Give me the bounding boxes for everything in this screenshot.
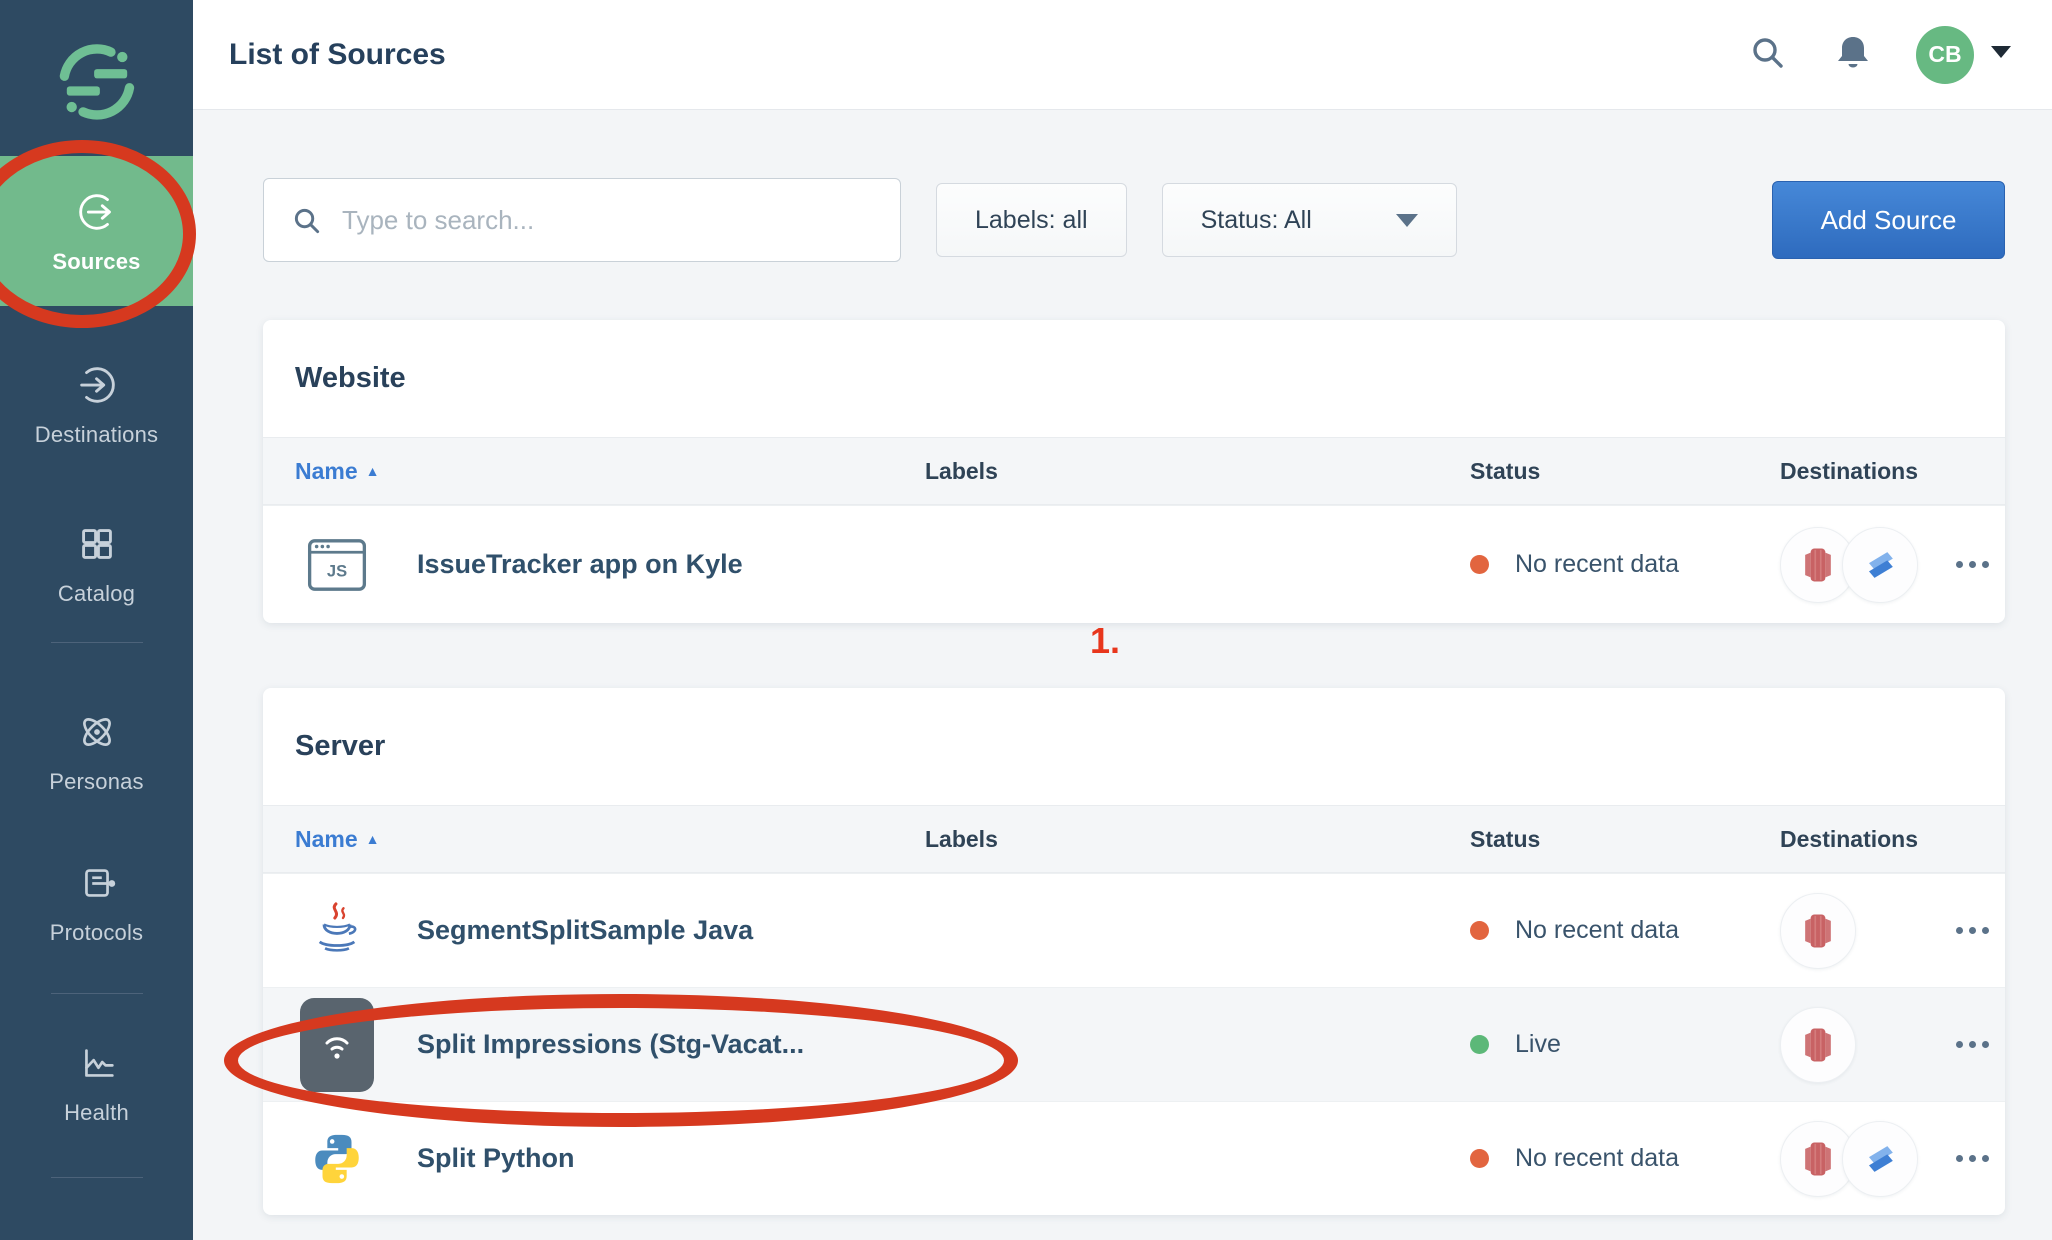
table-row-split-impressions[interactable]: Split Impressions (Stg-Vacat... Live (263, 987, 2005, 1101)
sources-arrow-out-icon (73, 188, 121, 236)
card-title-website: Website (295, 362, 406, 395)
column-header-name[interactable]: Name▲ (263, 826, 925, 853)
column-header-destinations: Destinations (1780, 826, 2005, 853)
sidebar-divider (51, 1177, 143, 1178)
health-chart-icon (73, 1039, 121, 1087)
sidebar-item-catalog[interactable]: Catalog (0, 491, 193, 636)
row-more-options-button[interactable] (1942, 913, 2003, 948)
status-dot (1470, 921, 1489, 940)
column-header-name[interactable]: Name▲ (263, 458, 925, 485)
source-name[interactable]: Split Impressions (Stg-Vacat... (417, 1029, 804, 1060)
row-more-options-button[interactable] (1942, 1027, 2003, 1062)
column-header-labels: Labels (925, 458, 1470, 485)
sort-ascending-icon: ▲ (366, 463, 380, 479)
sidebar-item-label: Personas (49, 769, 144, 795)
destinations-cell (1780, 527, 1940, 603)
status-dot (1470, 1035, 1489, 1054)
status-filter-label: Status: All (1201, 206, 1312, 235)
sidebar-item-label: Catalog (58, 581, 135, 607)
sidebar-item-health[interactable]: Health (0, 1010, 193, 1155)
search-icon (1746, 31, 1790, 78)
sidebar-item-protocols[interactable]: Protocols (0, 830, 193, 975)
sidebar-item-personas[interactable]: Personas (0, 679, 193, 824)
status-filter-dropdown[interactable]: Status: All (1162, 183, 1457, 257)
destinations-cell (1780, 1007, 1940, 1083)
caret-down-icon (1396, 214, 1418, 227)
avatar[interactable]: CB (1916, 26, 1974, 84)
status-text: No recent data (1515, 916, 1679, 945)
table-row-issuetracker[interactable]: JS IssueTracker app on Kyle No recent da… (263, 505, 2005, 623)
source-name[interactable]: IssueTracker app on Kyle (417, 549, 743, 580)
server-card: Server Name▲ Labels Status Destinations (263, 688, 2005, 1215)
content-area: Labels: all Status: All Add Source Websi… (193, 110, 2052, 1240)
table-row-split-python[interactable]: Split Python No recent data (263, 1101, 2005, 1215)
personas-atom-icon (73, 708, 121, 756)
status-text: No recent data (1515, 550, 1679, 579)
sidebar-divider (51, 642, 143, 643)
wifi-server-icon (295, 998, 379, 1092)
website-card: Website Name▲ Labels Status Destinations (263, 320, 2005, 623)
row-more-options-button[interactable] (1942, 547, 2003, 582)
destinations-cell (1780, 893, 1940, 969)
sidebar-divider (51, 993, 143, 994)
destinations-arrow-in-icon (73, 361, 121, 409)
add-source-button[interactable]: Add Source (1772, 181, 2005, 259)
sidebar: Sources Destinations Cata (0, 0, 193, 1240)
sidebar-item-label: Sources (52, 249, 140, 275)
sidebar-item-destinations[interactable]: Destinations (0, 332, 193, 477)
redshift-destination-icon[interactable] (1780, 893, 1856, 969)
status-dot (1470, 555, 1489, 574)
split-destination-icon[interactable] (1842, 527, 1918, 603)
svg-text:JS: JS (327, 561, 347, 580)
page-title: List of Sources (229, 38, 446, 72)
bell-icon (1832, 31, 1874, 78)
sidebar-item-label: Protocols (50, 920, 144, 946)
sidebar-item-label: Destinations (35, 422, 158, 448)
row-more-options-button[interactable] (1942, 1141, 2003, 1176)
column-header-status: Status (1470, 458, 1780, 485)
card-title-server: Server (295, 730, 385, 763)
top-bar: List of Sources (193, 0, 2052, 110)
status-cell: No recent data (1470, 1144, 1780, 1173)
notifications-button[interactable] (1832, 31, 1874, 78)
sidebar-item-sources[interactable]: Sources (0, 156, 193, 306)
search-icon (289, 203, 325, 244)
sidebar-item-label: Health (64, 1100, 129, 1126)
labels-filter-button[interactable]: Labels: all (936, 183, 1127, 257)
redshift-destination-icon[interactable] (1780, 1007, 1856, 1083)
caret-down-icon (1990, 45, 2012, 64)
protocols-document-icon (73, 859, 121, 907)
python-icon (295, 1130, 379, 1188)
account-menu[interactable]: CB (1916, 26, 2012, 84)
destinations-cell (1780, 1121, 1940, 1197)
status-cell: No recent data (1470, 550, 1780, 579)
status-cell: Live (1470, 1030, 1780, 1059)
javascript-browser-icon: JS (295, 537, 379, 593)
source-name[interactable]: SegmentSplitSample Java (417, 915, 753, 946)
table-row-segmentsplitsample-java[interactable]: SegmentSplitSample Java No recent data (263, 873, 2005, 987)
sort-ascending-icon: ▲ (366, 831, 380, 847)
catalog-grid-icon (73, 520, 121, 568)
labels-filter-label: Labels: all (975, 206, 1088, 235)
table-header: Name▲ Labels Status Destinations (263, 437, 2005, 505)
column-header-status: Status (1470, 826, 1780, 853)
status-dot (1470, 1149, 1489, 1168)
search-box (263, 178, 901, 262)
column-header-labels: Labels (925, 826, 1470, 853)
status-cell: No recent data (1470, 916, 1780, 945)
status-text: Live (1515, 1030, 1561, 1059)
status-text: No recent data (1515, 1144, 1679, 1173)
java-icon (295, 900, 379, 962)
search-input[interactable] (263, 178, 901, 262)
segment-logo[interactable] (0, 0, 193, 153)
table-header: Name▲ Labels Status Destinations (263, 805, 2005, 873)
source-name[interactable]: Split Python (417, 1143, 575, 1174)
column-header-destinations: Destinations (1780, 458, 2005, 485)
filter-row: Labels: all Status: All Add Source (263, 178, 2005, 262)
split-destination-icon[interactable] (1842, 1121, 1918, 1197)
search-button[interactable] (1746, 31, 1790, 78)
